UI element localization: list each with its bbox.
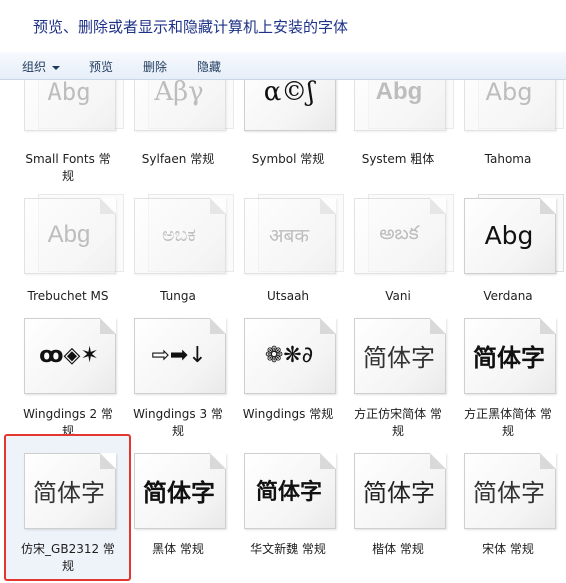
- font-label: Wingdings 3 常: [133, 407, 223, 421]
- organize-label: 组织: [22, 60, 47, 74]
- font-preview-sample: ⇨➡↓: [151, 342, 207, 368]
- page-title: 预览、删除或者显示和隐藏计算机上安装的字体: [33, 18, 349, 36]
- font-preview-sample: 简体字: [363, 343, 435, 372]
- delete-button[interactable]: 删除: [143, 58, 167, 75]
- preview-button[interactable]: 预览: [89, 58, 113, 75]
- selection-outline: [4, 434, 131, 581]
- font-preview-sample: Abg: [375, 80, 423, 105]
- font-label-cont: 规: [171, 424, 184, 438]
- font-preview-sample: ꝏ◈✶: [39, 342, 99, 368]
- font-label: Tunga: [160, 289, 196, 303]
- organize-button[interactable]: 组织: [22, 58, 61, 75]
- font-label: System 粗体: [361, 152, 435, 166]
- hide-button[interactable]: 隐藏: [197, 58, 221, 75]
- font-preview-sample: 简体字: [363, 478, 435, 507]
- font-preview-sample: अबक: [269, 225, 309, 247]
- font-preview-sample: ❁❋∂: [264, 342, 314, 368]
- font-label: 黑体 常规: [152, 542, 204, 556]
- font-label: Small Fonts 常: [25, 152, 111, 166]
- window-header: 预览、删除或者显示和隐藏计算机上安装的字体: [0, 0, 566, 53]
- font-preview-sample: Abg: [47, 80, 91, 106]
- font-preview-sample: 简体字: [143, 478, 215, 507]
- font-label: 宋体 常规: [482, 542, 534, 556]
- font-label: 方正仿宋简体 常: [354, 407, 442, 421]
- font-label: Utsaah: [266, 289, 310, 303]
- font-label: 方正黑体简体 常: [464, 407, 552, 421]
- font-label: 华文新魏 常规: [250, 542, 326, 556]
- font-preview-sample: 简体字: [473, 343, 545, 372]
- font-label-cont: 规: [501, 424, 514, 438]
- chevron-down-icon: [52, 65, 61, 70]
- toolbar: 组织 预览 删除 隐藏: [0, 52, 566, 80]
- font-label: Vani: [385, 289, 411, 303]
- font-preview-sample: 简体字: [255, 480, 322, 505]
- font-preview-sample: Abg: [485, 80, 533, 106]
- font-label: 楷体 常规: [372, 542, 424, 556]
- font-preview-sample: Abg: [47, 221, 91, 248]
- font-label-cont: 规: [61, 169, 74, 183]
- font-preview-sample: Abg: [484, 220, 534, 250]
- font-preview-sample: అబక: [379, 221, 419, 244]
- font-preview-sample: α©ʃ: [263, 80, 315, 107]
- font-label: Wingdings 常规: [242, 407, 334, 421]
- font-label: Wingdings 2 常: [23, 407, 113, 421]
- font-preview-sample: ಅಬಕ: [162, 224, 196, 246]
- font-label: Sylfaen 常规: [141, 152, 215, 166]
- font-label: Trebuchet MS: [27, 289, 109, 303]
- font-label: Symbol 常规: [251, 152, 325, 166]
- font-label: Tahoma: [484, 152, 532, 166]
- font-preview-sample: Αβγ: [154, 80, 204, 107]
- font-label: Verdana: [483, 289, 533, 303]
- font-label-cont: 规: [391, 424, 404, 438]
- font-preview-sample: 简体字: [473, 478, 545, 507]
